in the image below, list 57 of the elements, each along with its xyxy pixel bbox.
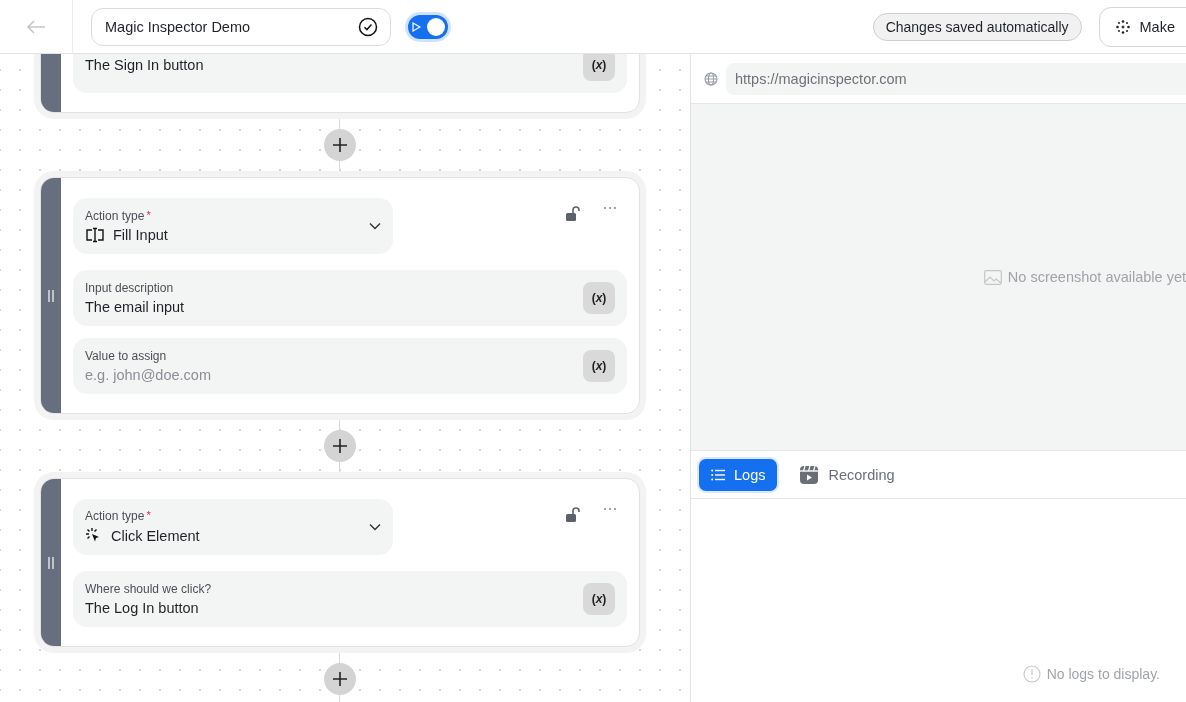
arrow-left-icon bbox=[26, 19, 46, 34]
field-value: The Sign In button bbox=[85, 57, 204, 73]
add-step-button[interactable] bbox=[324, 663, 356, 695]
image-icon bbox=[983, 269, 1002, 285]
text-input-icon bbox=[85, 227, 105, 243]
play-icon bbox=[411, 21, 421, 32]
variable-button[interactable]: (x) bbox=[583, 583, 615, 615]
plus-icon bbox=[333, 672, 347, 686]
empty-message: No logs to display. bbox=[1046, 666, 1160, 682]
field-label: Value to assign bbox=[85, 349, 168, 363]
field-label: Where should we click? bbox=[85, 582, 212, 596]
select-value: Fill Input bbox=[113, 227, 168, 243]
list-icon bbox=[711, 468, 725, 481]
unlock-icon[interactable] bbox=[565, 206, 581, 222]
more-icon[interactable] bbox=[603, 507, 617, 511]
add-step-button[interactable] bbox=[324, 430, 356, 462]
drag-handle[interactable] bbox=[41, 178, 61, 413]
plus-icon bbox=[333, 439, 347, 453]
info-icon bbox=[1022, 665, 1041, 683]
text-field[interactable]: Input description The email input (x) bbox=[73, 270, 627, 326]
sparkle-icon bbox=[1115, 19, 1130, 34]
video-icon bbox=[799, 464, 820, 485]
make-button[interactable]: Make bbox=[1098, 6, 1186, 47]
more-icon[interactable] bbox=[603, 206, 617, 210]
unlock-icon[interactable] bbox=[565, 507, 581, 523]
field-label: Action type * bbox=[85, 509, 152, 523]
panel-tab[interactable]: Recording bbox=[787, 458, 907, 491]
action-type-select[interactable]: Action type * Click Element bbox=[73, 499, 393, 555]
check-circle-icon bbox=[358, 16, 378, 37]
field-value: The email input bbox=[85, 299, 185, 315]
field-placeholder: e.g. john@doe.com bbox=[85, 367, 211, 383]
empty-message: No screenshot available yet bbox=[1007, 269, 1186, 285]
title-field[interactable]: Magic Inspector Demo bbox=[91, 7, 391, 46]
grip-icon bbox=[48, 289, 54, 302]
variable-button[interactable]: (x) bbox=[583, 350, 615, 382]
action-type-select[interactable]: Action type * Fill Input bbox=[73, 198, 393, 254]
variable-button[interactable]: (x) bbox=[583, 282, 615, 314]
plus-icon bbox=[333, 138, 347, 152]
grip-icon bbox=[48, 556, 54, 569]
text-field[interactable]: Value to assign e.g. john@doe.com (x) bbox=[73, 338, 627, 394]
field-value: The Log In button bbox=[85, 600, 200, 616]
panel-tab[interactable]: Logs bbox=[699, 458, 778, 491]
field-label: Action type * bbox=[85, 209, 152, 223]
variable-button[interactable]: (x) bbox=[583, 54, 615, 81]
text-field[interactable]: Where should we click? The Log In button (x) bbox=[73, 571, 627, 627]
chevron-down-icon bbox=[369, 222, 381, 230]
field-label: Input description bbox=[85, 281, 175, 295]
run-toggle[interactable] bbox=[408, 14, 448, 39]
add-step-button[interactable] bbox=[324, 129, 356, 161]
title-value: Magic Inspector Demo bbox=[105, 18, 251, 35]
chevron-down-icon bbox=[369, 523, 381, 531]
globe-icon bbox=[704, 71, 718, 86]
text-field[interactable]: The Sign In button (x) bbox=[73, 54, 627, 93]
drag-handle[interactable] bbox=[41, 479, 61, 646]
select-value: Click Element bbox=[111, 528, 200, 544]
autosave-status: Changes saved automatically bbox=[872, 12, 1082, 41]
url-field[interactable]: https://magicinspector.com bbox=[726, 62, 1186, 95]
